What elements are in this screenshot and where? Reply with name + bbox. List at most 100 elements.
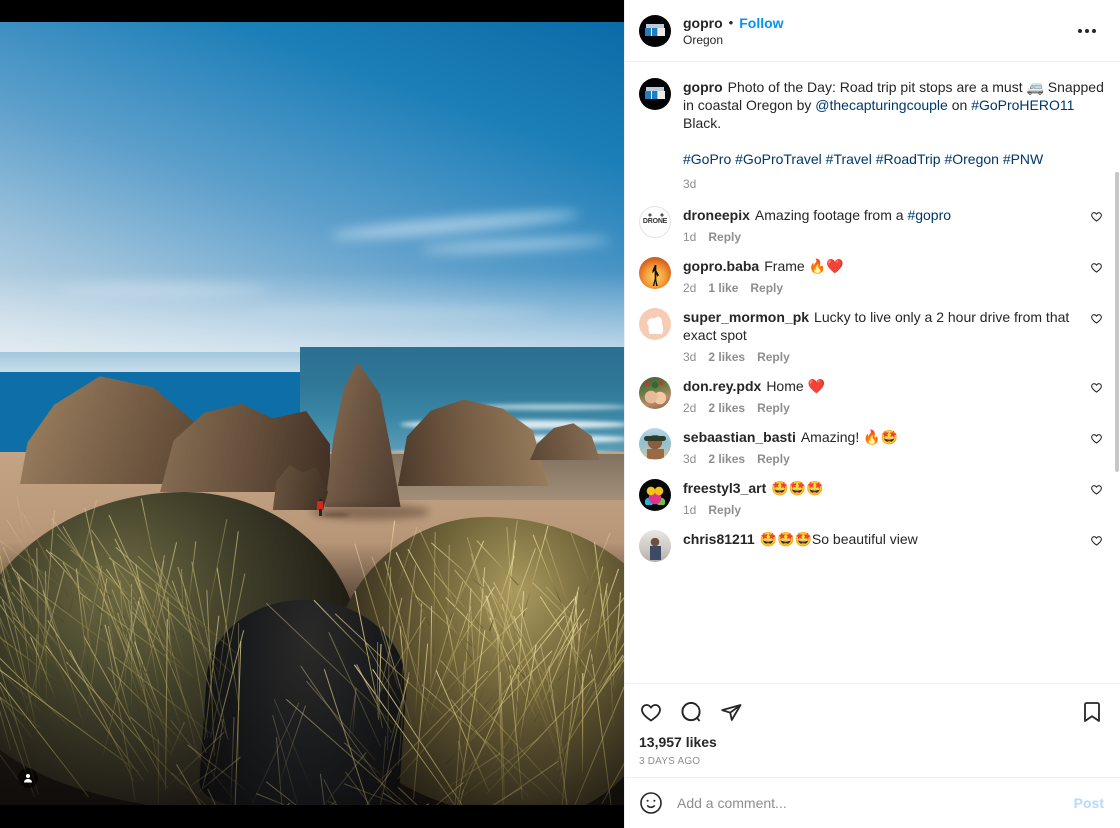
letterbox-top — [0, 0, 624, 22]
comment-text: chris81211 🤩🤩🤩So beautiful view — [683, 530, 1078, 548]
comment-reply-button[interactable]: Reply — [757, 452, 790, 466]
comment-icon[interactable] — [679, 700, 703, 724]
action-icon-row — [639, 692, 1104, 732]
comment-body-text: 🤩🤩🤩 — [771, 480, 823, 496]
car-emoji: 🚐 — [1026, 79, 1043, 95]
comment-body: droneepix Amazing footage from a #gopro 1d… — [683, 206, 1078, 244]
comment-avatar[interactable] — [639, 479, 671, 511]
add-comment-bar: Post — [625, 777, 1120, 828]
bookmark-icon[interactable] — [1080, 700, 1104, 724]
caption-hashtag-hero11[interactable]: #GoProHERO11 — [971, 97, 1074, 113]
comment-meta: 1d Reply — [683, 503, 1078, 517]
comment-like-icon[interactable] — [1090, 530, 1104, 552]
comment-avatar[interactable] — [639, 257, 671, 289]
tagged-users-icon[interactable] — [18, 768, 38, 788]
comment-avatar[interactable] — [639, 377, 671, 409]
comment-likes[interactable]: 2 likes — [708, 401, 745, 415]
comment-username[interactable]: sebaastian_basti — [683, 429, 796, 445]
comment-meta: 3d 2 likes Reply — [683, 350, 1078, 364]
comment-meta: 2d 1 like Reply — [683, 281, 1078, 295]
comment-like-icon[interactable] — [1090, 428, 1104, 450]
gopro-avatar[interactable] — [639, 15, 671, 47]
action-left-group — [639, 700, 743, 724]
comment-body-text: Frame 🔥❤️ — [764, 258, 843, 274]
likes-count[interactable]: 13,957 likes — [639, 732, 1104, 750]
comment-username[interactable]: droneepix — [683, 207, 750, 223]
emoji-icon[interactable] — [639, 791, 663, 815]
comments-scroll-area[interactable]: gopro Photo of the Day: Road trip pit sto… — [625, 62, 1120, 683]
comment-avatar[interactable] — [639, 308, 671, 340]
comment-text: don.rey.pdx Home ❤️ — [683, 377, 1078, 395]
comment-like-icon[interactable] — [1090, 206, 1104, 228]
caption-avatar[interactable] — [639, 78, 671, 110]
caption-part1: Photo of the Day: Road trip pit stops ar… — [728, 79, 1027, 95]
comment-likes[interactable]: 2 likes — [708, 350, 745, 364]
heart-icon[interactable] — [639, 700, 663, 724]
comment-text: sebaastian_basti Amazing! 🔥🤩 — [683, 428, 1078, 446]
comment-reply-button[interactable]: Reply — [750, 281, 783, 295]
comment-likes[interactable]: 2 likes — [708, 452, 745, 466]
more-options-button[interactable] — [1070, 21, 1104, 41]
comment-reply-button[interactable]: Reply — [708, 503, 741, 517]
comment-timestamp: 2d — [683, 281, 696, 295]
comment-timestamp: 1d — [683, 230, 696, 244]
follow-button[interactable]: Follow — [739, 15, 783, 31]
comment-timestamp: 1d — [683, 503, 696, 517]
post-comment-button[interactable]: Post — [1074, 795, 1104, 811]
comment-like-icon[interactable] — [1090, 479, 1104, 501]
comment-username[interactable]: freestyl3_art — [683, 480, 766, 496]
comment-username[interactable]: chris81211 — [683, 531, 755, 547]
caption-part3: on — [948, 97, 971, 113]
comment-body: gopro.baba Frame 🔥❤️ 2d 1 like Reply — [683, 257, 1078, 295]
comment-list: droneepix Amazing footage from a #gopro 1d… — [625, 195, 1120, 564]
post-photo[interactable] — [0, 22, 624, 805]
instagram-post: gopro • Follow Oregon gopro Photo of the … — [0, 0, 1120, 828]
comment-item: droneepix Amazing footage from a #gopro 1d… — [625, 195, 1120, 246]
comment-item: freestyl3_art 🤩🤩🤩 1d Reply — [625, 468, 1120, 519]
caption-username[interactable]: gopro — [683, 79, 723, 95]
grass-blade — [157, 739, 158, 805]
comment-avatar[interactable] — [639, 206, 671, 238]
share-icon[interactable] — [719, 700, 743, 724]
comment-hashtag-link[interactable]: #gopro — [907, 207, 951, 223]
caption-timestamp: 3d — [683, 177, 1104, 191]
comment-avatar[interactable] — [639, 530, 671, 562]
comments-scrollbar[interactable] — [1115, 172, 1119, 472]
post-media-panel[interactable] — [0, 0, 624, 828]
comment-avatar[interactable] — [639, 428, 671, 460]
comment-body-text: Home ❤️ — [766, 378, 825, 394]
comment-reply-button[interactable]: Reply — [757, 401, 790, 415]
comment-body: super_mormon_pk Lucky to live only a 2 ho… — [683, 308, 1078, 364]
comment-body: chris81211 🤩🤩🤩So beautiful view — [683, 530, 1078, 548]
comment-body-text: Amazing footage from a — [755, 207, 908, 223]
comment-timestamp: 3d — [683, 350, 696, 364]
comment-item: gopro.baba Frame 🔥❤️ 2d 1 like Reply — [625, 246, 1120, 297]
comment-reply-button[interactable]: Reply — [757, 350, 790, 364]
comment-like-icon[interactable] — [1090, 257, 1104, 279]
caption-hashtags[interactable]: #GoPro #GoProTravel #Travel #RoadTrip #O… — [683, 151, 1043, 167]
dot — [1085, 29, 1089, 33]
comment-like-icon[interactable] — [1090, 308, 1104, 330]
header-location[interactable]: Oregon — [683, 33, 1070, 48]
caption-mention[interactable]: @thecapturingcouple — [815, 97, 948, 113]
comment-item: chris81211 🤩🤩🤩So beautiful view — [625, 519, 1120, 564]
comment-username[interactable]: super_mormon_pk — [683, 309, 809, 325]
comment-like-icon[interactable] — [1090, 377, 1104, 399]
add-comment-input[interactable] — [677, 795, 1064, 811]
comment-item: don.rey.pdx Home ❤️ 2d 2 likes Reply — [625, 366, 1120, 417]
dot — [1078, 29, 1082, 33]
comment-text: droneepix Amazing footage from a #gopro — [683, 206, 1078, 224]
header-separator: • — [729, 16, 734, 30]
comment-username[interactable]: gopro.baba — [683, 258, 759, 274]
comment-meta: 2d 2 likes Reply — [683, 401, 1078, 415]
comment-username[interactable]: don.rey.pdx — [683, 378, 761, 394]
post-sidebar: gopro • Follow Oregon gopro Photo of the … — [624, 0, 1120, 828]
header-username[interactable]: gopro — [683, 14, 723, 32]
letterbox-bottom — [0, 805, 624, 828]
post-caption: gopro Photo of the Day: Road trip pit sto… — [625, 62, 1120, 195]
caption-hashtags-line: #GoPro #GoProTravel #Travel #RoadTrip #O… — [683, 150, 1104, 168]
comment-likes[interactable]: 1 like — [708, 281, 738, 295]
caption-body: gopro Photo of the Day: Road trip pit sto… — [683, 78, 1104, 191]
comment-reply-button[interactable]: Reply — [708, 230, 741, 244]
header-text: gopro • Follow Oregon — [683, 14, 1070, 48]
